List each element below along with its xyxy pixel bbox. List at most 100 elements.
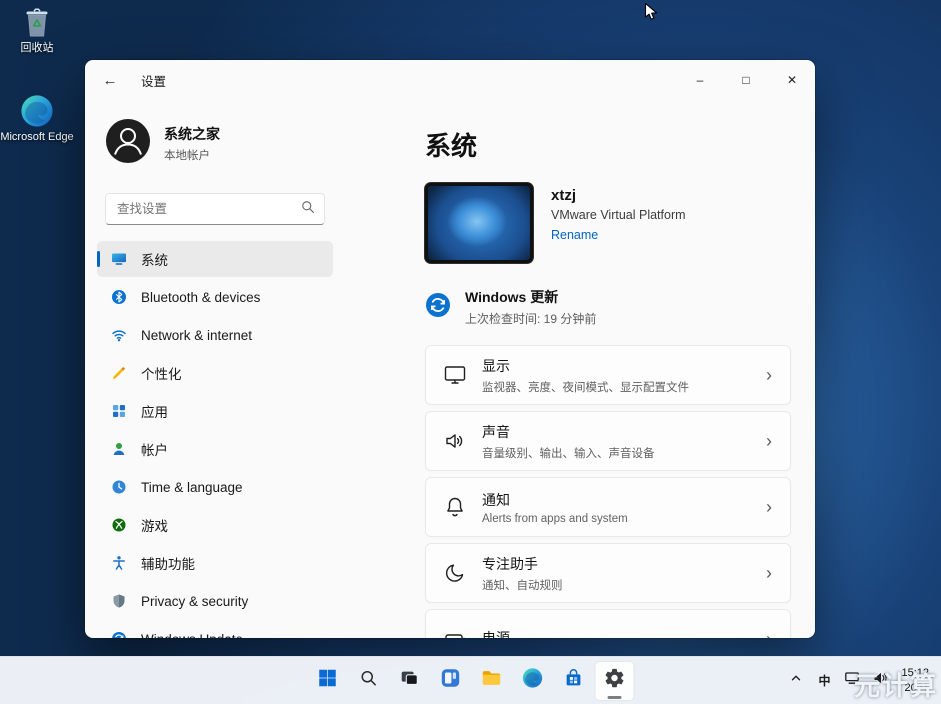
sidebar-item-label: Time & language — [141, 480, 243, 495]
store-button[interactable] — [553, 661, 593, 701]
apps-grid-icon — [111, 403, 127, 419]
display-icon — [442, 363, 468, 387]
titlebar: ← 设置 – □ ✕ — [85, 60, 815, 100]
card-subtitle: 通知、自动规则 — [482, 577, 563, 593]
wifi-icon — [111, 327, 127, 343]
window-title: 设置 — [141, 71, 166, 90]
sidebar-nav: 系统 Bluetooth & devices Network & interne… — [97, 241, 333, 638]
maximize-button[interactable]: □ — [723, 60, 769, 100]
volume-icon — [872, 670, 888, 691]
monitor-icon — [111, 251, 127, 267]
network-icon — [844, 670, 860, 691]
chevron-up-icon — [789, 671, 803, 690]
bluetooth-icon — [111, 289, 127, 305]
user-name: 系统之家 — [164, 124, 220, 144]
taskbar: 中 15:12 2021 — [0, 656, 941, 704]
windows-update-status[interactable]: Windows 更新 上次检查时间: 19 分钟前 — [425, 287, 791, 327]
search-icon — [358, 668, 378, 693]
clock-date: 2021 — [901, 681, 929, 696]
card-title: 显示 — [482, 356, 689, 376]
sidebar-item-bluetooth-devices[interactable]: Bluetooth & devices — [97, 279, 333, 315]
desktop-icon-label: Microsoft Edge — [0, 131, 73, 144]
card-title: 专注助手 — [482, 554, 563, 574]
close-button[interactable]: ✕ — [769, 60, 815, 100]
back-button[interactable]: ← — [93, 65, 127, 95]
edge-button[interactable] — [512, 661, 552, 701]
sidebar-item-personalization[interactable]: 个性化 — [97, 355, 333, 391]
user-account-header[interactable]: 系统之家 本地帐户 — [97, 110, 333, 177]
device-model: VMware Virtual Platform — [551, 208, 686, 222]
settings-card-power[interactable]: 电源 › — [425, 609, 791, 638]
windows-update-icon — [425, 292, 451, 323]
taskbar-clock[interactable]: 15:12 2021 — [895, 666, 935, 696]
ime-indicator[interactable]: 中 — [811, 663, 837, 699]
sidebar-item-apps[interactable]: 应用 — [97, 393, 333, 429]
start-button[interactable] — [307, 661, 347, 701]
chevron-right-icon: › — [766, 498, 772, 516]
settings-card-focus-assist[interactable]: 专注助手 通知、自动规则 › — [425, 543, 791, 603]
edge-icon — [20, 94, 54, 128]
recycle-bin-icon — [22, 5, 52, 39]
settings-card-sound[interactable]: 声音 音量级别、输出、输入、声音设备 › — [425, 411, 791, 471]
chevron-right-icon: › — [766, 432, 772, 450]
system-tray: 中 15:12 2021 — [783, 657, 935, 704]
tray-overflow-button[interactable] — [783, 663, 809, 699]
store-icon — [562, 667, 584, 694]
windows-update-subtitle: 上次检查时间: 19 分钟前 — [465, 310, 596, 327]
shield-icon — [111, 593, 127, 609]
taskbar-search-button[interactable] — [348, 661, 388, 701]
settings-card-notifications[interactable]: 通知 Alerts from apps and system › — [425, 477, 791, 537]
file-explorer-button[interactable] — [471, 661, 511, 701]
sidebar-item-label: 应用 — [141, 401, 168, 421]
settings-window: ← 设置 – □ ✕ 系统之家 — [85, 60, 815, 638]
rename-link[interactable]: Rename — [551, 228, 598, 242]
widgets-button[interactable] — [430, 661, 470, 701]
maximize-icon: □ — [742, 73, 749, 87]
gear-icon — [603, 667, 625, 694]
brush-icon — [111, 365, 127, 381]
sidebar-item-windows-update[interactable]: Windows Update — [97, 621, 333, 638]
sidebar-item-privacy-security[interactable]: Privacy & security — [97, 583, 333, 619]
windows-update-title: Windows 更新 — [465, 287, 596, 307]
sidebar-item-label: 游戏 — [141, 515, 168, 535]
settings-search-box — [105, 193, 325, 225]
card-subtitle: 监视器、亮度、夜间模式、显示配置文件 — [482, 379, 689, 395]
sidebar: 系统之家 本地帐户 系统 — [85, 100, 345, 638]
sidebar-item-gaming[interactable]: 游戏 — [97, 507, 333, 543]
battery-icon — [442, 627, 468, 638]
sidebar-item-network-internet[interactable]: Network & internet — [97, 317, 333, 353]
sidebar-item-system[interactable]: 系统 — [97, 241, 333, 277]
sidebar-item-accounts[interactable]: 帐户 — [97, 431, 333, 467]
sidebar-item-label: Privacy & security — [141, 594, 248, 609]
sidebar-item-label: 系统 — [141, 249, 168, 269]
task-view-button[interactable] — [389, 661, 429, 701]
network-button[interactable] — [839, 663, 865, 699]
sidebar-item-accessibility[interactable]: 辅助功能 — [97, 545, 333, 581]
avatar — [105, 118, 151, 169]
settings-card-display[interactable]: 显示 监视器、亮度、夜间模式、显示配置文件 › — [425, 345, 791, 405]
volume-button[interactable] — [867, 663, 893, 699]
widgets-icon — [439, 667, 461, 694]
sidebar-item-time-language[interactable]: Time & language — [97, 469, 333, 505]
task-view-icon — [398, 667, 420, 694]
page-title: 系统 — [425, 126, 791, 163]
device-info: xtzj VMware Virtual Platform Rename — [425, 183, 791, 263]
update-icon — [111, 631, 127, 638]
sidebar-item-label: 帐户 — [141, 439, 168, 459]
card-subtitle: 音量级别、输出、输入、声音设备 — [482, 445, 655, 461]
chevron-right-icon: › — [766, 564, 772, 582]
edge-icon — [521, 667, 543, 694]
device-thumbnail — [425, 183, 533, 263]
card-title: 声音 — [482, 422, 655, 442]
sidebar-item-label: Windows Update — [141, 632, 243, 639]
accessibility-icon — [111, 555, 127, 571]
sidebar-item-label: 辅助功能 — [141, 553, 195, 573]
search-icon — [301, 200, 315, 219]
settings-search-input[interactable] — [117, 202, 301, 216]
minimize-button[interactable]: – — [677, 60, 723, 100]
desktop-icon-edge[interactable]: Microsoft Edge — [0, 94, 74, 144]
desktop-icon-recycle-bin[interactable]: 回收站 — [0, 5, 74, 55]
close-icon: ✕ — [787, 73, 797, 87]
sidebar-item-label: 个性化 — [141, 363, 182, 383]
settings-button[interactable] — [594, 661, 634, 701]
